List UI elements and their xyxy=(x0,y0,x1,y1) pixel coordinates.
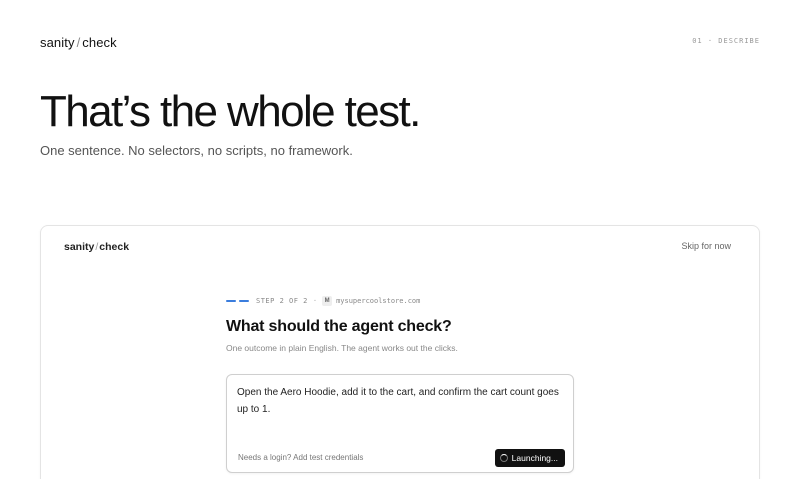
app-brand-separator: / xyxy=(95,241,99,253)
brand-separator: / xyxy=(76,35,81,50)
brand-left: sanity xyxy=(40,35,75,50)
brand-logo: sanity / check xyxy=(40,35,117,50)
step-separator: · xyxy=(312,297,318,305)
progress-bars xyxy=(226,300,249,302)
app-brand-left: sanity xyxy=(64,241,95,253)
launch-button[interactable]: Launching... xyxy=(494,449,565,467)
skip-button[interactable]: Skip for now xyxy=(681,241,731,251)
site-domain: mysupercoolstore.com xyxy=(336,297,421,305)
hero-title: That’s the whole test. xyxy=(40,87,421,136)
progress-bar-step-1 xyxy=(226,300,236,302)
login-hint: Needs a login? Add test credentials xyxy=(238,453,363,462)
question-subtitle: One outcome in plain English. The agent … xyxy=(226,343,458,353)
prompt-card: Open the Aero Hoodie, add it to the cart… xyxy=(226,374,574,473)
site-favicon-icon: M xyxy=(322,296,333,306)
hero-subtitle: One sentence. No selectors, no scripts, … xyxy=(40,143,353,158)
app-brand-right: check xyxy=(99,241,130,253)
app-preview-frame: sanity/check Skip for now STEP 2 OF 2 · … xyxy=(40,225,760,479)
test-prompt-input[interactable]: Open the Aero Hoodie, add it to the cart… xyxy=(237,384,567,418)
progress-bar-step-2 xyxy=(239,300,249,302)
question-title: What should the agent check? xyxy=(226,318,452,335)
section-step-tag: 01 · DESCRIBE xyxy=(692,37,760,45)
add-credentials-link[interactable]: Add test credentials xyxy=(293,453,363,462)
app-brand-logo: sanity/check xyxy=(64,241,129,253)
launch-label: Launching... xyxy=(511,453,558,463)
spinner-icon xyxy=(499,454,508,462)
brand-right: check xyxy=(82,35,117,50)
step-indicator: STEP 2 OF 2 · M mysupercoolstore.com xyxy=(226,296,420,306)
step-label: STEP 2 OF 2 xyxy=(256,297,308,305)
login-hint-text: Needs a login? xyxy=(238,453,292,462)
